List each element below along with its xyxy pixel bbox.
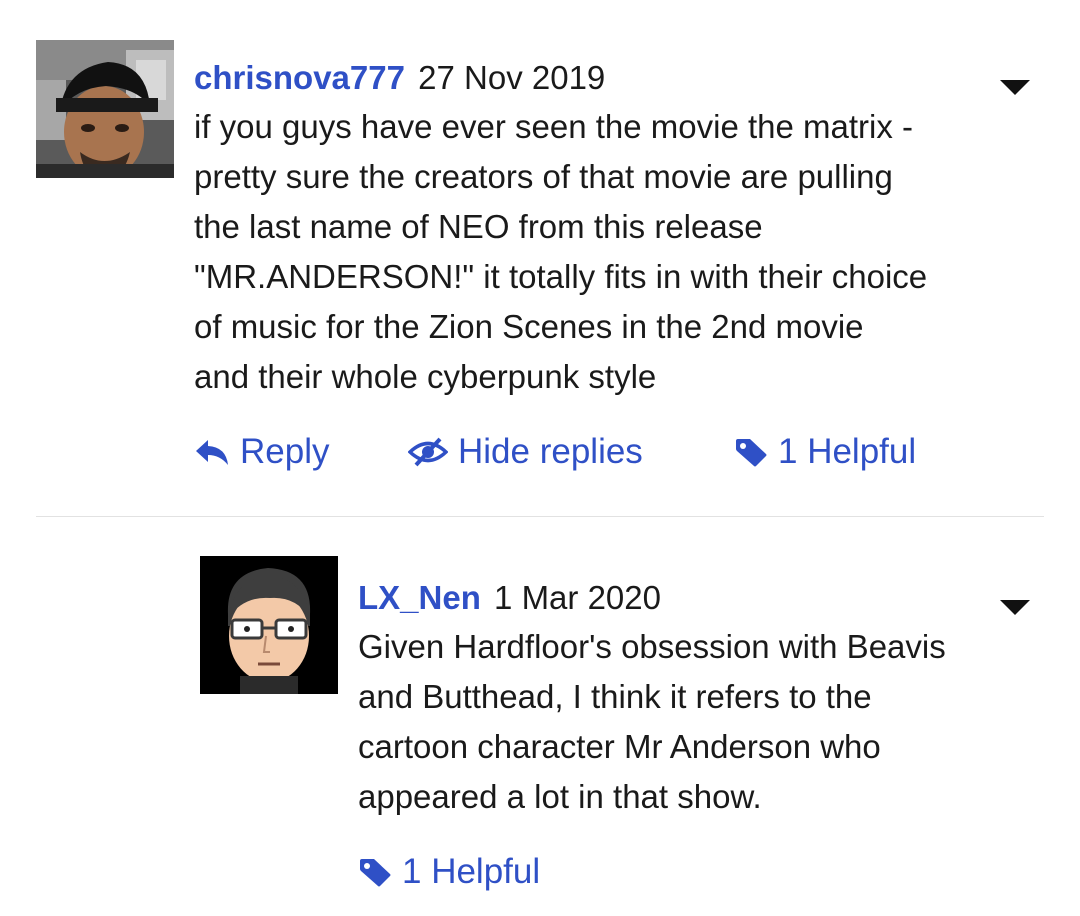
comment-actions: Reply Hide replies 1 Helpful (194, 432, 1046, 472)
comment-text-line: appeared a lot in that show. (358, 778, 762, 815)
comment-text-line: "MR.ANDERSON!" it totally fits in with t… (194, 258, 928, 295)
comment-date: 27 Nov 2019 (418, 59, 606, 96)
comment-date: 1 Mar 2020 (494, 579, 661, 616)
helpful-label: 1 Helpful (778, 432, 917, 471)
hide-replies-button[interactable]: Hide replies (408, 432, 734, 472)
comment-text-line: the last name of NEO from this release (194, 208, 763, 245)
comment-text-line: cartoon character Mr Anderson who (358, 728, 881, 765)
avatar[interactable] (36, 40, 174, 178)
helpful-button[interactable]: 1 Helpful (734, 432, 916, 472)
avatar[interactable] (200, 556, 338, 694)
comment-text-line: and Butthead, I think it refers to the (358, 678, 872, 715)
username-link[interactable]: chrisnova777 (194, 59, 405, 96)
reply-button[interactable]: Reply (194, 432, 408, 472)
comment-text-line: Given Hardfloor's obsession with Beavis (358, 628, 946, 665)
reply-arrow-icon (194, 438, 230, 466)
eye-slash-icon (408, 437, 448, 467)
hide-replies-label: Hide replies (458, 432, 643, 471)
caret-down-icon[interactable] (1000, 600, 1030, 615)
divider (36, 516, 1044, 517)
comment-text-line: pretty sure the creators of that movie a… (194, 158, 893, 195)
caret-down-icon[interactable] (1000, 80, 1030, 95)
username-link[interactable]: LX_Nen (358, 579, 481, 616)
helpful-button[interactable]: 1 Helpful (358, 852, 540, 892)
comment-header: chrisnova777 27 Nov 2019 (194, 56, 1046, 100)
comment-actions: 1 Helpful (358, 852, 1046, 892)
reply-label: Reply (240, 432, 330, 471)
comment-text-line: of music for the Zion Scenes in the 2nd … (194, 308, 864, 345)
tag-icon (734, 437, 768, 467)
helpful-label: 1 Helpful (402, 852, 541, 891)
comment-header: LX_Nen 1 Mar 2020 (358, 576, 1046, 620)
comment-text-line: and their whole cyberpunk style (194, 358, 657, 395)
comment-text: if you guys have ever seen the movie the… (194, 102, 1044, 402)
comment-body: LX_Nen 1 Mar 2020 Given Hardfloor's obse… (358, 576, 1046, 892)
comment-text: Given Hardfloor's obsession with Beavis … (358, 622, 1048, 822)
comment-text-line: if you guys have ever seen the movie the… (194, 108, 914, 145)
comment-body: chrisnova777 27 Nov 2019 if you guys hav… (194, 56, 1046, 472)
tag-icon (358, 857, 392, 887)
